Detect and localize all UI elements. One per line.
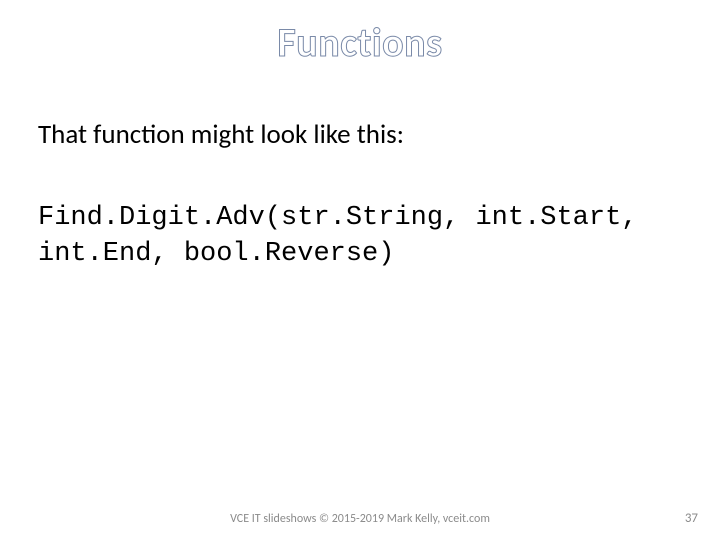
footer-credit: VCE IT slideshows © 2015-2019 Mark Kelly… — [0, 512, 720, 526]
code-line-2: int.End, bool.Reverse) — [38, 239, 394, 269]
page-number: 37 — [685, 511, 698, 526]
lead-text: That function might look like this: — [38, 118, 404, 151]
code-line-1: Find.Digit.Adv(str.String, int.Start, — [38, 203, 638, 233]
code-block: Find.Digit.Adv(str.String, int.Start, in… — [38, 200, 682, 273]
slide-title: Functions — [0, 18, 720, 67]
